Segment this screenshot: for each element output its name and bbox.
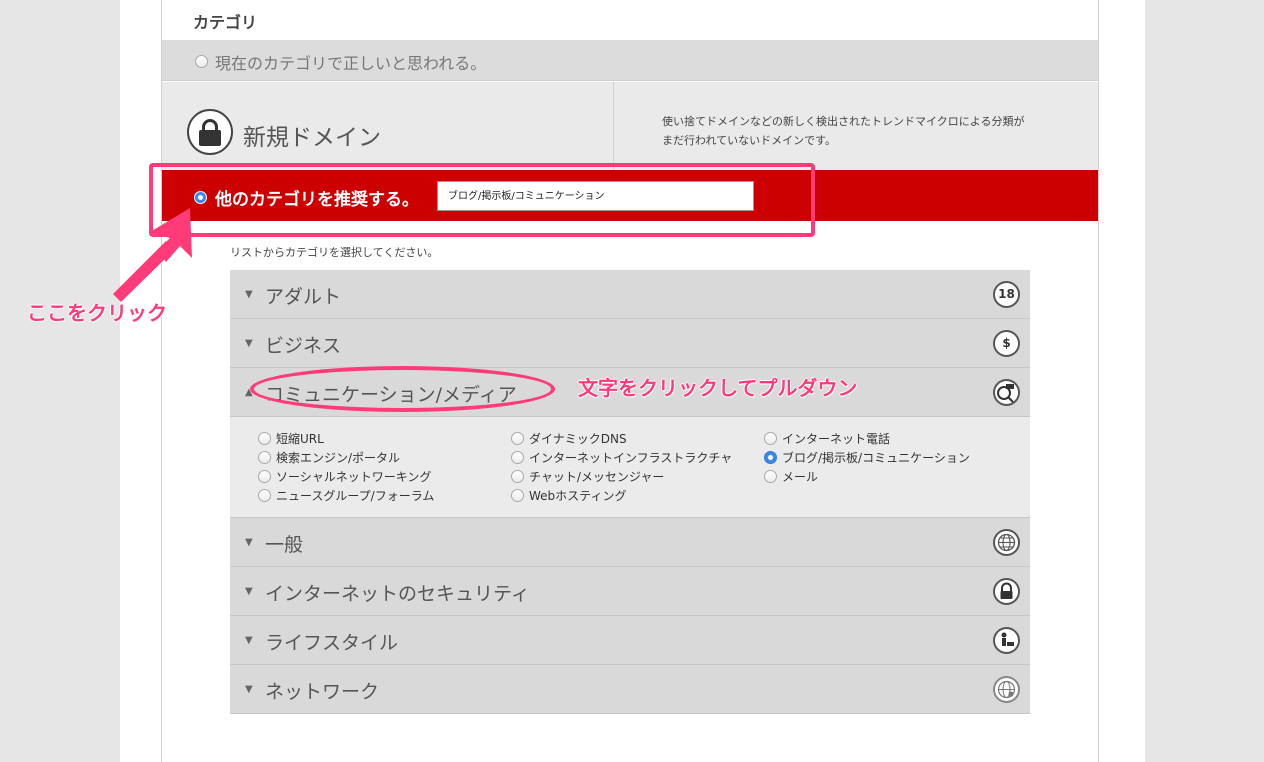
click-here-note: ここをクリック <box>27 301 167 325</box>
pulldown-note: 文字をクリックしてプルダウン <box>578 376 858 400</box>
